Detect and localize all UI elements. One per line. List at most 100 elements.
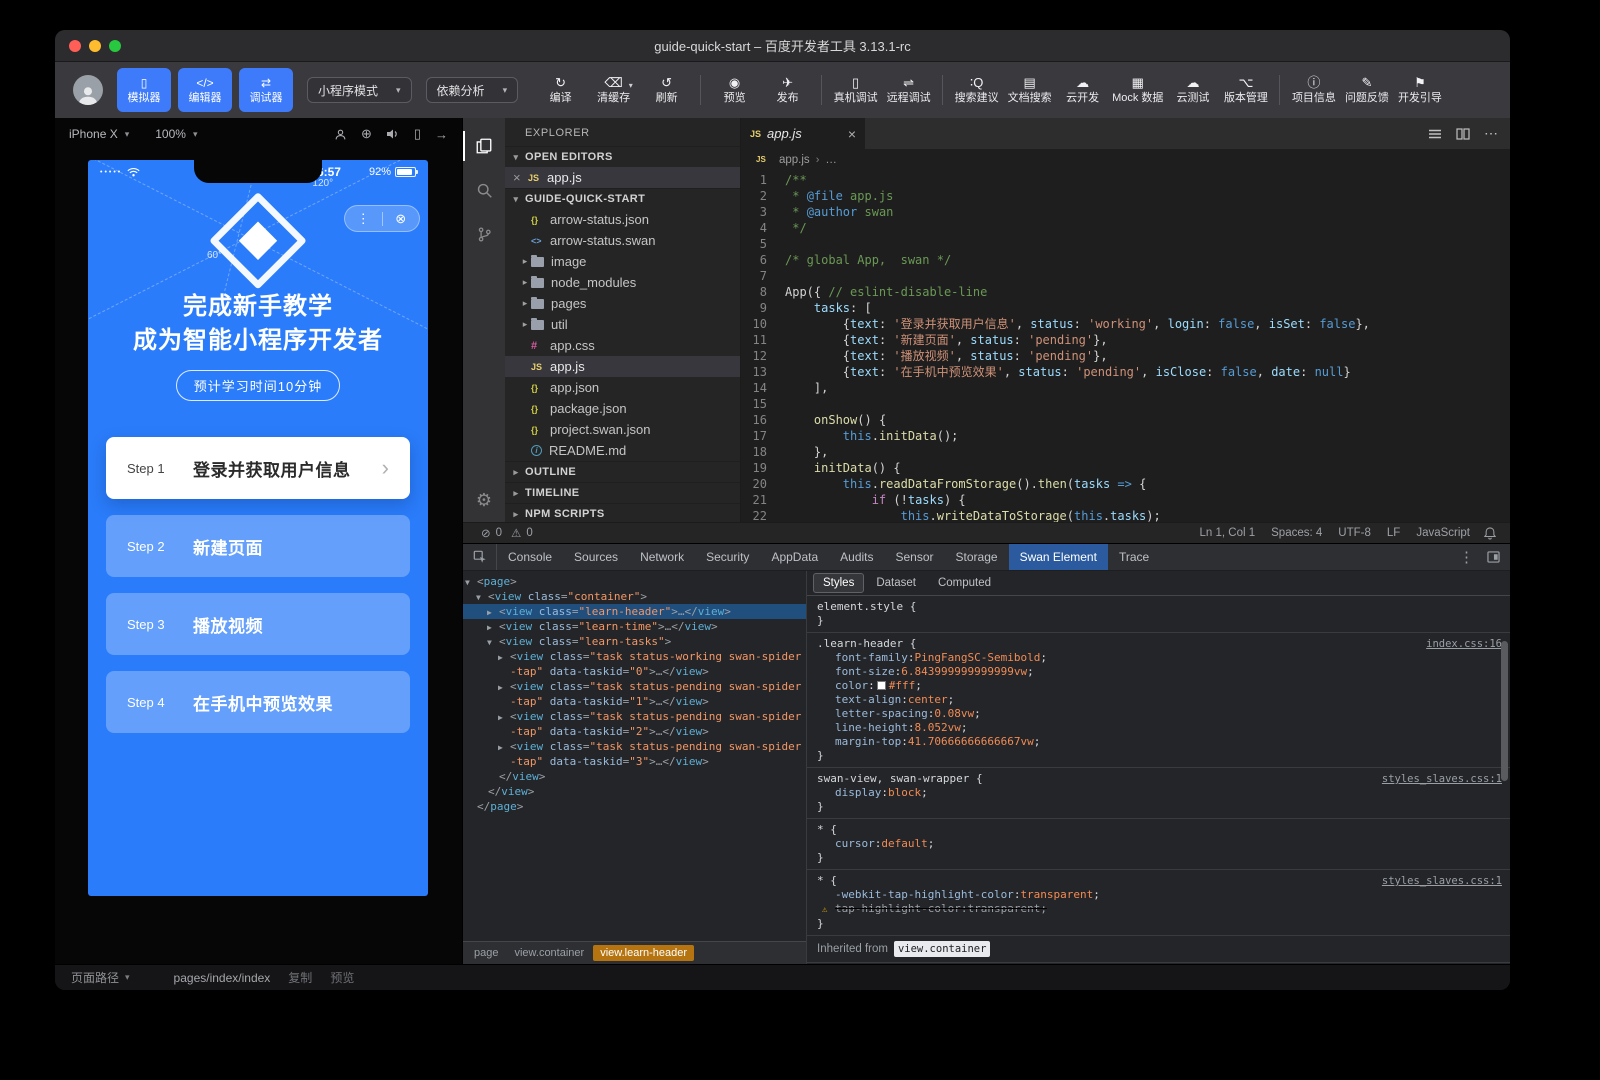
toolbar-button-cloud-test[interactable]: ☁云测试 xyxy=(1166,67,1219,113)
devtools-tab-sources[interactable]: Sources xyxy=(563,544,629,570)
toolbar-button-version[interactable]: ⌥版本管理 xyxy=(1219,67,1272,113)
compass-icon[interactable]: ⊕ xyxy=(361,126,372,142)
speaker-icon[interactable] xyxy=(386,128,400,140)
css-selector[interactable]: swan-view, swan-wrapper xyxy=(817,772,969,786)
color-swatch[interactable] xyxy=(877,681,886,690)
file-item-node_modules[interactable]: ▸node_modules xyxy=(505,272,740,293)
twisty-icon[interactable]: ▶ xyxy=(498,710,503,725)
step-card[interactable]: Step 2新建页面 xyxy=(106,515,410,577)
css-selector[interactable]: .learn-header xyxy=(817,637,903,651)
step-card[interactable]: Step 3播放视频 xyxy=(106,593,410,655)
styles-tab-dataset[interactable]: Dataset xyxy=(866,573,926,593)
twisty-icon[interactable]: ▶ xyxy=(498,680,503,695)
styles-tab-styles[interactable]: Styles xyxy=(813,573,864,593)
project-section[interactable]: ▾ GUIDE-QUICK-START xyxy=(505,188,740,209)
status-item[interactable]: JavaScript xyxy=(1416,527,1470,539)
css-property[interactable]: font-size:6.843999999999999vw; xyxy=(817,665,1502,679)
more-actions-icon[interactable]: ⋯ xyxy=(1484,125,1498,142)
toolbar-button-search-suggest[interactable]: ∶Q搜索建议 xyxy=(950,67,1003,113)
element-node[interactable]: ▶<view class="task status-pending swan-s… xyxy=(463,739,806,769)
element-node[interactable]: ▶<view class="learn-header">…</view> xyxy=(463,604,806,619)
twisty-icon[interactable]: ▶ xyxy=(498,740,503,755)
twisty-icon[interactable]: ▼ xyxy=(487,635,492,650)
close-icon[interactable]: × xyxy=(513,170,528,185)
file-item-arrow-status.json[interactable]: {}arrow-status.json xyxy=(505,209,740,230)
toolbar-button-cloud-dev[interactable]: ☁云开发 xyxy=(1056,67,1109,113)
toolbar-button-remote-debug[interactable]: ⇌远程调试 xyxy=(882,67,935,113)
dropdown-dependency-analysis[interactable]: 依赖分析▾ xyxy=(426,77,519,103)
css-property[interactable]: display:block; xyxy=(817,786,1502,800)
toolbar-button-refresh[interactable]: ↺刷新 xyxy=(640,67,693,113)
mode-button-debugger[interactable]: ⇄调试器 xyxy=(239,68,293,112)
zoom-select[interactable]: 100% ▾ xyxy=(155,127,197,141)
stylesheet-link[interactable]: styles_slaves.css:1 xyxy=(1372,772,1502,786)
toolbar-button-feedback[interactable]: ✎问题反馈 xyxy=(1340,67,1393,113)
css-property[interactable]: cursor:default; xyxy=(817,837,1502,851)
toolbar-button-doc-search[interactable]: ▤文档搜索 xyxy=(1003,67,1056,113)
avatar[interactable] xyxy=(73,75,103,105)
bell-icon[interactable] xyxy=(1484,527,1496,540)
settings-gear-icon[interactable]: ⚙ xyxy=(463,478,505,522)
element-node[interactable]: </view> xyxy=(463,784,806,799)
status-item[interactable]: Ln 1, Col 1 xyxy=(1200,527,1256,539)
preview-path-button[interactable]: 预览 xyxy=(330,969,354,986)
breadcrumb-item[interactable]: page xyxy=(467,945,505,961)
minimize-window-button[interactable] xyxy=(89,40,101,52)
breadcrumb-file[interactable]: app.js xyxy=(779,154,810,166)
file-item-app.css[interactable]: #app.css xyxy=(505,335,740,356)
file-item-project.swan.json[interactable]: {}project.swan.json xyxy=(505,419,740,440)
breadcrumb-more[interactable]: … xyxy=(825,154,837,166)
account-icon[interactable] xyxy=(334,128,347,141)
devtools-tab-security[interactable]: Security xyxy=(695,544,760,570)
css-property[interactable]: font-family:PingFangSC-Semibold; xyxy=(817,651,1502,665)
styles-rules[interactable]: element.style {}.learn-header {index.css… xyxy=(807,596,1510,964)
step-card[interactable]: Step 1登录并获取用户信息› xyxy=(106,437,410,499)
copy-path-button[interactable]: 复制 xyxy=(288,969,312,986)
element-node[interactable]: ▼<view class="container"> xyxy=(463,589,806,604)
css-property[interactable]: -webkit-tap-highlight-color:transparent; xyxy=(817,888,1502,902)
element-node[interactable]: ▼<page> xyxy=(463,574,806,589)
device-frame-icon[interactable]: ▯ xyxy=(414,126,421,142)
explorer-activity-icon[interactable] xyxy=(463,124,505,168)
more-menu-icon[interactable]: ⋮ xyxy=(345,211,382,227)
duration-pill[interactable]: 预计学习时间10分钟 xyxy=(176,370,340,401)
css-property[interactable]: letter-spacing:0.08vw; xyxy=(817,707,1502,721)
open-changes-icon[interactable] xyxy=(1428,128,1442,140)
toolbar-button-guide[interactable]: ⚑开发引导 xyxy=(1393,67,1446,113)
section-outline[interactable]: ▸OUTLINE xyxy=(505,461,740,482)
search-activity-icon[interactable] xyxy=(463,168,505,212)
file-item-arrow-status.swan[interactable]: <>arrow-status.swan xyxy=(505,230,740,251)
toolbar-button-project-info[interactable]: ⓘ项目信息 xyxy=(1287,67,1340,113)
devtools-tab-trace[interactable]: Trace xyxy=(1108,544,1160,570)
element-node[interactable]: </page> xyxy=(463,799,806,814)
devtools-tab-console[interactable]: Console xyxy=(497,544,563,570)
devtools-tab-storage[interactable]: Storage xyxy=(945,544,1009,570)
devtools-tab-sensor[interactable]: Sensor xyxy=(885,544,945,570)
zoom-window-button[interactable] xyxy=(109,40,121,52)
css-selector[interactable]: element.style xyxy=(817,600,903,614)
element-node[interactable]: ▶<view class="task status-pending swan-s… xyxy=(463,709,806,739)
section-npm-scripts[interactable]: ▸NPM SCRIPTS xyxy=(505,503,740,522)
source-control-activity-icon[interactable] xyxy=(463,212,505,256)
editor-tab-app-js[interactable]: JS app.js × xyxy=(741,118,865,149)
css-selector[interactable]: * xyxy=(817,874,824,888)
devtools-tab-swan-element[interactable]: Swan Element xyxy=(1009,544,1108,570)
twisty-icon[interactable]: ▼ xyxy=(476,590,481,605)
close-circle-icon[interactable]: ⊗ xyxy=(383,211,420,227)
toolbar-button-device-debug[interactable]: ▯真机调试 xyxy=(829,67,882,113)
element-node[interactable]: ▶<view class="task status-working swan-s… xyxy=(463,649,806,679)
breadcrumb-item[interactable]: view.container xyxy=(507,945,591,961)
devtools-tab-audits[interactable]: Audits xyxy=(829,544,884,570)
devtools-tab-appdata[interactable]: AppData xyxy=(760,544,829,570)
close-window-button[interactable] xyxy=(69,40,81,52)
toolbar-button-preview[interactable]: ◉预览 xyxy=(708,67,761,113)
close-icon[interactable]: × xyxy=(848,126,856,142)
inspect-element-icon[interactable] xyxy=(463,544,497,570)
toolbar-button-compile[interactable]: ↻编译 xyxy=(534,67,587,113)
status-item[interactable]: LF xyxy=(1387,527,1400,539)
element-node[interactable]: ▶<view class="task status-pending swan-s… xyxy=(463,679,806,709)
open-editors-section[interactable]: ▾ OPEN EDITORS xyxy=(505,146,740,167)
mode-button-simulator[interactable]: ▯模拟器 xyxy=(117,68,171,112)
twisty-icon[interactable]: ▶ xyxy=(487,620,492,635)
problems-indicator[interactable]: ⊘ 0 ⚠ 0 xyxy=(477,526,533,540)
